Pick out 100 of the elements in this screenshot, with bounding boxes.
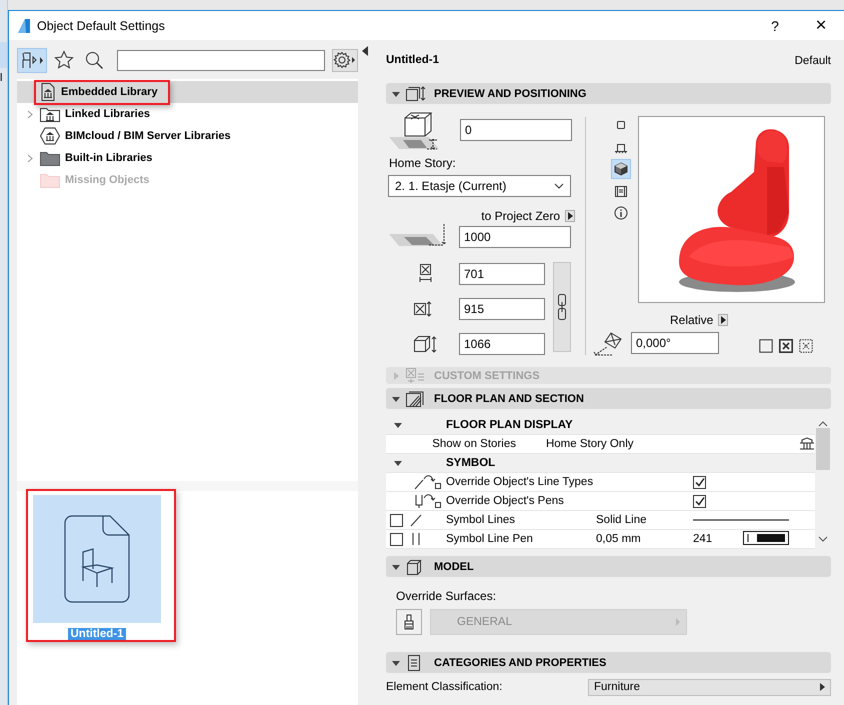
checkbox[interactable] xyxy=(693,494,706,508)
library-folder-icon xyxy=(40,106,60,122)
mirror-option[interactable] xyxy=(759,339,773,353)
brush-icon xyxy=(403,614,415,630)
info-icon xyxy=(614,206,628,220)
play-arrow-icon xyxy=(720,316,726,324)
window-title: Object Default Settings xyxy=(37,18,166,32)
chair-file-icon xyxy=(64,515,130,603)
angle-field[interactable]: 0,000° xyxy=(631,332,719,354)
section-header[interactable]: CATEGORIES AND PROPERTIES xyxy=(386,652,831,673)
search-field[interactable] xyxy=(117,50,325,70)
folder-icon xyxy=(40,172,60,188)
help-button[interactable]: ? xyxy=(752,11,798,40)
splitter-bar[interactable] xyxy=(17,481,358,491)
play-arrow-icon xyxy=(820,683,825,691)
section-header[interactable]: FLOOR PLAN AND SECTION xyxy=(386,388,831,409)
field-label: Element Classification: xyxy=(386,681,504,693)
scroll-up-icon[interactable] xyxy=(818,420,828,428)
property-label: Symbol Lines xyxy=(446,514,516,526)
reference-elevation-field[interactable]: 1000 xyxy=(459,226,571,248)
collapse-panel-icon[interactable] xyxy=(362,46,368,56)
property-label: Override Object's Line Types xyxy=(446,476,594,488)
toolbar-strip xyxy=(0,42,7,68)
reference-label: to Project Zero xyxy=(481,209,560,223)
property-value: Solid Line xyxy=(596,514,648,526)
library-view-button[interactable] xyxy=(17,48,47,72)
close-button[interactable]: × xyxy=(798,11,844,40)
elevation-field[interactable]: 0 xyxy=(460,119,572,141)
chair-icon xyxy=(20,51,44,69)
property-value: Home Story Only xyxy=(546,438,634,450)
mirror-option[interactable] xyxy=(779,339,793,353)
library-hexagon-icon xyxy=(40,127,60,145)
preset-label: Default xyxy=(794,54,831,67)
brush-button[interactable] xyxy=(396,609,422,635)
section-header[interactable]: PREVIEW AND POSITIONING xyxy=(386,83,831,104)
folder-icon xyxy=(40,150,60,166)
property-label: Show on Stories xyxy=(432,438,517,450)
crossed-box-icon xyxy=(799,339,813,353)
play-arrow-icon xyxy=(568,212,572,220)
empty-box-icon xyxy=(759,339,773,353)
checkmark-icon xyxy=(694,476,705,488)
tile-label: Untitled-1 xyxy=(68,628,126,640)
search-icon xyxy=(84,50,104,70)
depth-field[interactable]: 915 xyxy=(459,298,545,320)
library-file-icon xyxy=(40,83,56,101)
line-icon xyxy=(409,513,423,527)
checkmark-icon xyxy=(694,496,705,506)
checkbox[interactable] xyxy=(390,514,403,526)
checkbox[interactable] xyxy=(390,532,403,546)
checkbox[interactable] xyxy=(693,476,706,488)
scrollbar-thumb[interactable] xyxy=(816,428,830,470)
reference-menu-button[interactable] xyxy=(565,210,575,222)
floor-plan-icon xyxy=(406,390,426,406)
object-tile[interactable] xyxy=(33,495,161,623)
section-header[interactable]: MODEL xyxy=(386,556,831,577)
tree-item[interactable]: Built-in Libraries xyxy=(65,152,152,164)
field-label: Home Story: xyxy=(389,156,457,170)
group-label: FLOOR PLAN DISPLAY xyxy=(446,419,574,431)
background-text: l xyxy=(0,72,4,84)
field-label: Override Surfaces: xyxy=(396,589,498,603)
pen-number: 241 xyxy=(693,533,714,545)
settings-icon xyxy=(333,51,357,69)
tree-item[interactable]: Embedded Library xyxy=(61,86,158,98)
crossed-box-icon xyxy=(779,339,793,353)
scroll-down-icon[interactable] xyxy=(818,535,828,543)
dropdown-chevron-icon xyxy=(554,183,564,189)
angle-reference-label: Relative xyxy=(670,313,714,327)
angle-menu-button[interactable] xyxy=(718,314,728,326)
classification-dropdown[interactable]: Furniture xyxy=(588,678,831,696)
property-label: Override Object's Pens xyxy=(446,495,565,507)
view-mode-button[interactable] xyxy=(611,159,631,179)
star-icon xyxy=(54,50,74,70)
tree-row[interactable]: Linked Libraries xyxy=(17,103,358,125)
width-field[interactable]: 701 xyxy=(459,262,545,284)
stories-icon xyxy=(799,437,815,451)
mirror-option[interactable] xyxy=(799,339,813,353)
pen-override-icon xyxy=(413,493,443,509)
app-logo-icon xyxy=(17,18,31,34)
property-label: Symbol Line Pen xyxy=(446,533,534,545)
group-label: SYMBOL xyxy=(446,457,496,469)
film-strip-icon xyxy=(614,184,628,198)
chain-link-icon xyxy=(558,294,566,320)
square-icon xyxy=(614,118,628,132)
story-dropdown[interactable]: 2. 1. Etasje (Current) xyxy=(388,175,571,197)
pen-swatch-icon xyxy=(743,530,789,544)
settings-button[interactable] xyxy=(332,48,358,72)
tree-item[interactable]: Linked Libraries xyxy=(65,108,150,120)
link-dimensions-button[interactable] xyxy=(553,262,571,352)
tree-row[interactable]: BIMcloud / BIM Server Libraries xyxy=(17,125,358,147)
cube-icon xyxy=(614,162,628,176)
height-icon xyxy=(413,334,439,354)
preview-icon xyxy=(406,86,426,102)
tree-row[interactable]: Built-in Libraries xyxy=(17,147,358,169)
tree-item[interactable]: BIMcloud / BIM Server Libraries xyxy=(65,130,231,142)
object-name: Untitled-1 xyxy=(386,54,440,66)
property-value: 0,05 mm xyxy=(596,533,642,545)
line-sample-icon xyxy=(693,519,789,521)
line-override-icon xyxy=(413,474,443,490)
custom-settings-icon xyxy=(406,368,426,384)
height-field[interactable]: 1066 xyxy=(459,332,545,354)
